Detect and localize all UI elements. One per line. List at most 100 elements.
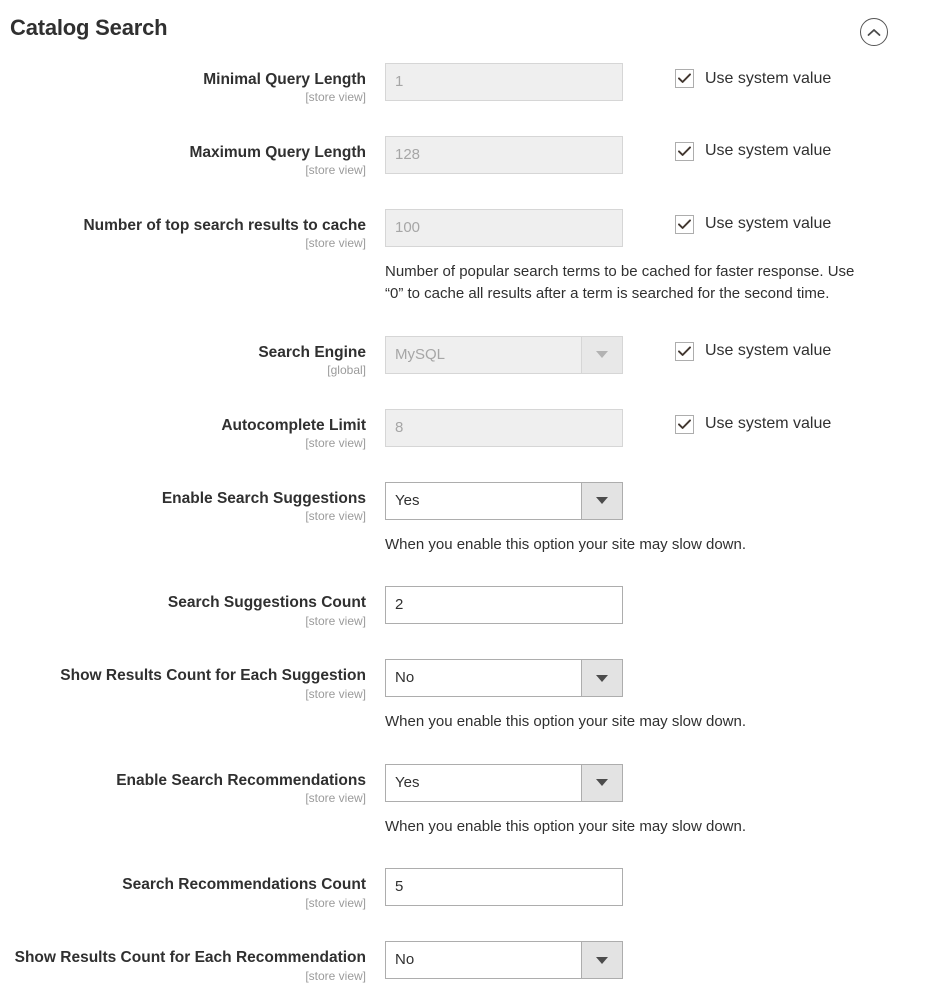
field-label: Show Results Count for Each Recommendati…	[14, 949, 366, 967]
input-number-of-top-search-results-to-cache: 100	[385, 208, 623, 247]
use-system-value-checkbox[interactable]	[675, 69, 694, 88]
field-label: Enable Search Recommendations	[116, 771, 366, 789]
field-row-show-results-count-for-each-suggestion: Show Results Count for Each Suggestion [s…	[0, 659, 930, 734]
settings-field-list: Minimal Query Length [store view] 1 Use sys…	[0, 56, 930, 984]
field-label-cell: Search Engine [global]	[0, 336, 385, 379]
select-enable-search-recommendations[interactable]: Yes	[385, 763, 623, 802]
field-control-cell: 8 Use system value	[385, 408, 930, 447]
field-note: When you enable this option your site ma…	[385, 535, 747, 553]
use-system-value-control[interactable]: Use system value	[675, 69, 831, 88]
field-label-cell: Search Recommendations Count [store view]	[0, 868, 385, 911]
input-search-suggestions-count[interactable]: 2	[385, 586, 623, 625]
select-value: Yes	[395, 491, 420, 509]
field-label-cell: Enable Search Suggestions [store view]	[0, 482, 385, 525]
field-label: Search Suggestions Count	[167, 594, 366, 612]
field-scope: [store view]	[305, 436, 366, 451]
page-title: Catalog Search	[10, 14, 168, 40]
field-row-search-engine: Search Engine [global] MySQL Use system val…	[0, 335, 930, 379]
field-scope: [global]	[327, 363, 366, 378]
field-row-search-suggestions-count: Search Suggestions Count [store view] 2	[0, 586, 930, 629]
field-row-maximum-query-length: Maximum Query Length [store view] 128 Use s…	[0, 135, 930, 179]
field-control-cell: 2	[385, 586, 930, 625]
field-control-cell: No	[385, 941, 930, 980]
field-scope: [store view]	[305, 509, 366, 524]
chevron-down-glyph	[596, 497, 608, 505]
field-label-cell: Enable Search Recommendations [store view…	[0, 764, 385, 807]
field-control-cell: Yes When you enable this option your site…	[385, 481, 930, 557]
field-control-cell: 128 Use system value	[385, 135, 930, 174]
field-scope: [store view]	[305, 686, 366, 701]
field-scope: [store view]	[305, 90, 366, 105]
use-system-value-checkbox[interactable]	[675, 141, 694, 161]
use-system-value-control[interactable]: Use system value	[675, 141, 832, 161]
field-label: Maximum Query Length	[189, 143, 366, 161]
field-scope: [store view]	[305, 895, 366, 910]
field-note: Number of popular search terms to be cac…	[385, 262, 855, 303]
input-minimal-query-length: 1	[385, 63, 623, 101]
field-label: Search Recommendations Count	[122, 876, 366, 894]
field-row-enable-search-suggestions: Enable Search Suggestions [store view] Yes…	[0, 481, 930, 557]
select-value: Yes	[395, 773, 420, 791]
field-label-cell: Maximum Query Length [store view]	[0, 136, 385, 179]
chevron-down-icon[interactable]	[581, 764, 622, 801]
field-row-enable-search-recommendations: Enable Search Recommendations [store view…	[0, 763, 930, 839]
field-label-cell: Show Results Count for Each Recommendati…	[0, 941, 385, 984]
field-label-cell: Minimal Query Length [store view]	[0, 63, 385, 106]
use-system-value-control[interactable]: Use system value	[675, 341, 832, 361]
input-autocomplete-limit: 8	[385, 408, 623, 447]
select-show-results-count-for-each-suggestion[interactable]: No	[385, 659, 623, 698]
chevron-down-glyph	[596, 779, 608, 787]
field-control-cell: 5	[385, 868, 930, 907]
use-system-value-checkbox[interactable]	[675, 414, 694, 434]
field-label-cell: Search Suggestions Count [store view]	[0, 586, 385, 629]
field-scope: [store view]	[305, 968, 366, 983]
chevron-down-icon[interactable]	[581, 336, 622, 373]
field-label: Number of top search results to cache	[83, 216, 366, 234]
field-label: Autocomplete Limit	[221, 416, 366, 434]
use-system-value-label: Use system value	[705, 142, 832, 160]
select-enable-search-suggestions[interactable]: Yes	[385, 481, 623, 520]
field-label-cell: Number of top search results to cache [st…	[0, 209, 385, 252]
chevron-down-icon[interactable]	[581, 482, 622, 519]
field-control-cell: MySQL Use system value	[385, 335, 930, 374]
select-value: No	[395, 951, 415, 969]
chevron-down-glyph	[596, 956, 608, 964]
field-scope: [store view]	[305, 163, 366, 178]
select-value: No	[395, 669, 415, 687]
field-scope: [store view]	[305, 791, 366, 806]
field-scope: [store view]	[305, 613, 366, 628]
chevron-up-icon[interactable]	[860, 18, 888, 46]
field-scope: [store view]	[305, 236, 366, 251]
field-label-cell: Show Results Count for Each Suggestion [s…	[0, 659, 385, 702]
field-control-cell: Yes When you enable this option your site…	[385, 763, 930, 839]
select-value: MySQL	[395, 345, 446, 363]
select-search-engine: MySQL	[385, 335, 623, 374]
chevron-down-icon[interactable]	[581, 942, 622, 979]
field-row-number-of-top-search-results-to-cache: Number of top search results to cache [st…	[0, 208, 930, 306]
field-control-cell: 100 Use system value Number of popular sea…	[385, 208, 930, 306]
use-system-value-control[interactable]: Use system value	[675, 214, 832, 234]
field-row-show-results-count-for-each-recommendation: Show Results Count for Each Recommendati…	[0, 941, 930, 984]
field-label: Search Engine	[258, 343, 366, 361]
use-system-value-label: Use system value	[705, 69, 832, 87]
use-system-value-label: Use system value	[705, 415, 832, 433]
use-system-value-control[interactable]: Use system value	[675, 414, 832, 434]
use-system-value-label: Use system value	[705, 342, 832, 360]
input-search-recommendations-count[interactable]: 5	[385, 868, 623, 907]
field-control-cell: No When you enable this option your site …	[385, 659, 930, 734]
field-row-minimal-query-length: Minimal Query Length [store view] 1 Use sys…	[0, 63, 930, 106]
use-system-value-checkbox[interactable]	[675, 214, 694, 234]
section-header: Catalog Search	[0, 0, 930, 56]
select-show-results-count-for-each-recommendation[interactable]: No	[385, 941, 623, 980]
field-label-cell: Autocomplete Limit [store view]	[0, 409, 385, 452]
field-note: When you enable this option your site ma…	[385, 817, 747, 835]
use-system-value-checkbox[interactable]	[675, 341, 694, 361]
field-label: Enable Search Suggestions	[161, 489, 366, 507]
field-note: When you enable this option your site ma…	[385, 713, 747, 731]
field-control-cell: 1 Use system value	[385, 63, 930, 101]
chevron-down-icon[interactable]	[581, 660, 622, 697]
field-row-autocomplete-limit: Autocomplete Limit [store view] 8 Use syste…	[0, 408, 930, 452]
field-label: Show Results Count for Each Suggestion	[60, 667, 366, 685]
chevron-down-glyph	[596, 674, 608, 682]
use-system-value-label: Use system value	[705, 215, 832, 233]
